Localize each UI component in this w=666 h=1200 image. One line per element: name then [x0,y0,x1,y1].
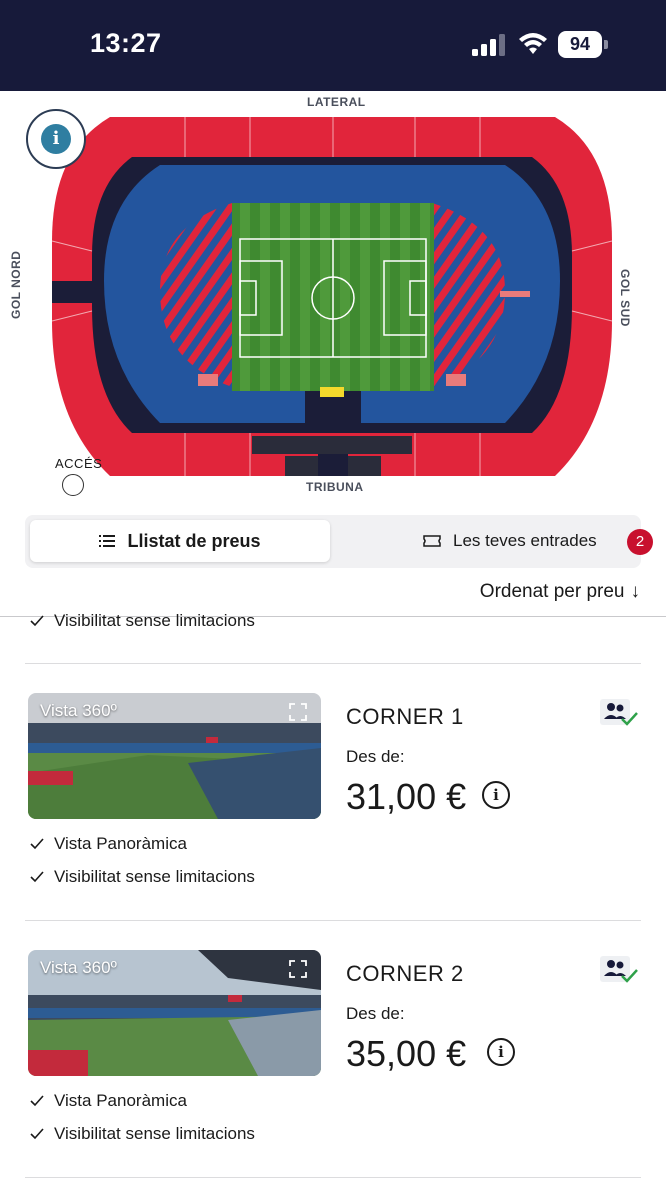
sort-arrow-icon: ↓ [630,581,641,602]
tab-price-list[interactable]: Llistat de preus [30,520,330,562]
seat-title: CORNER 2 [346,961,464,986]
check-icon [30,871,44,883]
divider [25,920,641,921]
tab-price-list-label: Llistat de preus [127,530,261,551]
feature-item: Vista Panoràmica [30,1091,187,1111]
view-360-label: Vista 360º [40,958,117,977]
feature-item: Visibilitat sense limitacions [30,1124,255,1144]
price: 31,00 € [346,776,467,817]
sort-label: Ordenat per preu [479,581,625,602]
divider [25,1177,641,1178]
seat-view-thumbnail[interactable]: Vista 360º [28,950,321,1076]
view-360-label: Vista 360º [40,701,117,720]
tab-your-tickets[interactable]: Les teves entrades 2 [355,520,653,562]
wifi-icon [519,33,547,54]
from-label: Des de: [346,1004,405,1023]
check-icon [30,1128,44,1140]
status-time: 13:27 [90,28,162,58]
expand-icon[interactable] [289,960,307,978]
map-info-button[interactable]: i [26,109,86,169]
price-info-icon[interactable]: i [482,781,510,809]
check-icon [30,838,44,850]
tab-your-tickets-label: Les teves entrades [453,531,597,550]
sort-control[interactable]: Ordenat per preu ↓ [480,581,640,603]
label-acces: ACCÉS [55,456,103,471]
tickets-count-badge: 2 [627,529,653,555]
seat-title: CORNER 1 [346,704,464,729]
feature-item: Visibilitat sense limitacions [30,611,255,631]
list-icon [99,535,116,547]
feature-item: Visibilitat sense limitacions [30,867,255,887]
info-icon: i [41,124,71,154]
seat-view-thumbnail[interactable]: Vista 360º [28,693,321,819]
battery-icon: 94 [558,31,608,58]
from-label: Des de: [346,747,405,766]
check-icon [30,1095,44,1107]
expand-icon[interactable] [289,703,307,721]
group-accessible-icon [600,699,638,726]
label-lateral: LATERAL [307,95,366,109]
group-accessible-icon [600,956,638,983]
label-gol-nord: GOL NORD [9,250,23,319]
feature-item: Vista Panoràmica [30,834,187,854]
battery-level: 94 [558,31,602,58]
label-tribuna: TRIBUNA [306,480,364,494]
price: 35,00 € [346,1033,467,1074]
status-bar: 13:27 94 [0,0,666,91]
stadium-map[interactable]: i LATERAL TRIBUNA GOL NORD GOL SUD ACCÉS [0,91,666,511]
label-gol-sud: GOL SUD [618,269,632,327]
stadium-seating-map[interactable] [0,91,666,511]
check-icon [30,615,44,627]
divider [25,663,641,664]
view-tabs: Llistat de preus Les teves entrades 2 [25,515,653,568]
price-info-icon[interactable]: i [487,1038,515,1066]
ticket-icon [423,535,441,547]
wheelchair-icon [62,474,84,496]
signal-icon [472,34,505,56]
